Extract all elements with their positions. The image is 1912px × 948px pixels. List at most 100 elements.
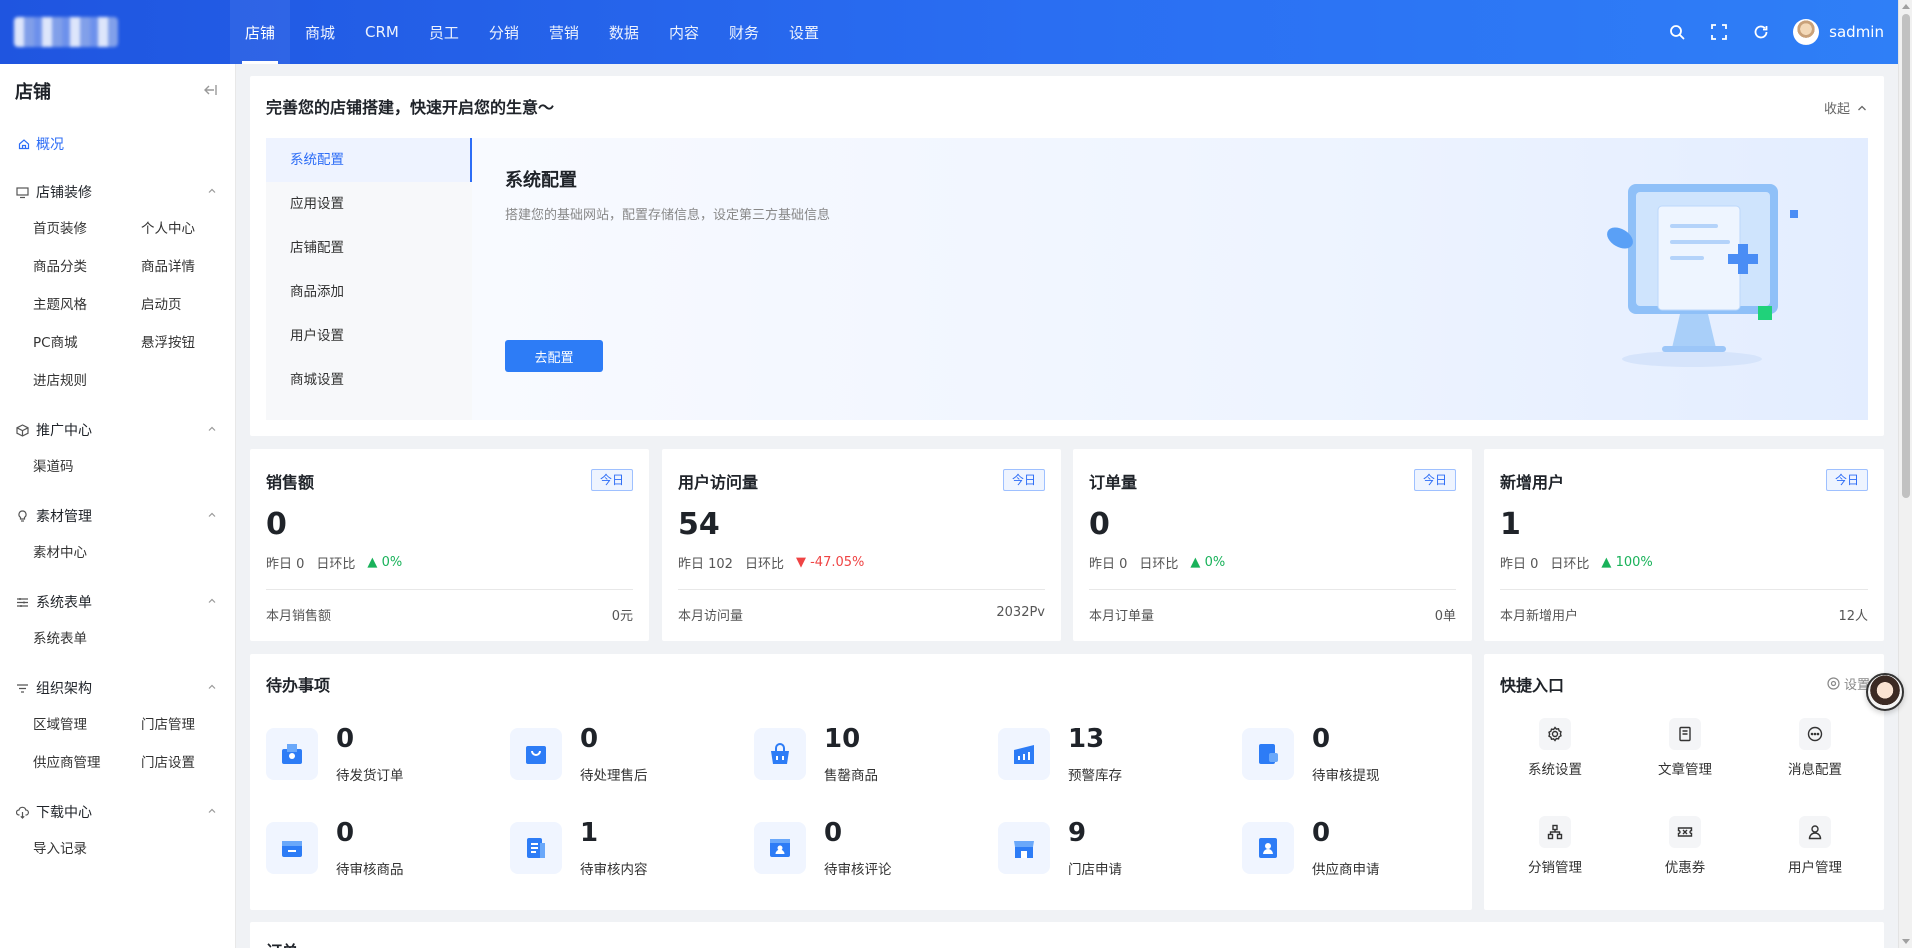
stat-value: 0 [266,507,287,542]
quick-item-distribution[interactable]: 分销管理 [1490,816,1620,876]
monthly-label: 本月访问量 [678,609,744,624]
nav-item-finance[interactable]: 财务 [714,0,774,64]
article-icon [1669,718,1701,750]
sidebar-overview-label: 概况 [36,137,64,153]
arrow-down-icon: ▼ [795,555,806,570]
nav-item-staff[interactable]: 员工 [414,0,474,64]
todo-item-withdrawal[interactable]: 0 待审核提现 [1226,720,1446,784]
scroll-thumb[interactable] [1902,14,1910,498]
todo-count: 10 [824,724,861,754]
chevron-up-icon[interactable] [206,805,218,817]
sidebar-item-import-records[interactable]: 导入记录 [33,838,141,860]
today-badge[interactable]: 今日 [590,469,633,491]
sidebar-item-personal-center[interactable]: 个人中心 [141,218,241,240]
monitor-illustration [1607,184,1798,367]
avatar[interactable] [1793,19,1820,45]
sidebar-item-system-forms[interactable]: 系统表单 [33,628,141,650]
chevron-up-icon[interactable] [206,185,218,197]
setup-tab-system[interactable]: 系统配置 [266,138,472,182]
assistant-avatar[interactable] [1866,673,1904,711]
todo-item-stock-alert[interactable]: 13 预警库存 [982,720,1202,784]
todo-item-pending-shipment[interactable]: 0 待发货订单 [250,720,470,784]
collapse-sidebar-icon[interactable] [202,82,218,98]
search-icon[interactable] [1667,22,1687,42]
chevron-up-icon[interactable] [206,423,218,435]
sidebar-group-head[interactable]: 系统表单 [0,591,236,613]
nav-item-distribution[interactable]: 分销 [474,0,534,64]
fullscreen-icon[interactable] [1709,22,1729,42]
sidebar-item-theme[interactable]: 主题风格 [33,294,141,316]
trend-percent: -47.05% [810,555,865,570]
setup-tab-user[interactable]: 用户设置 [266,314,472,358]
yesterday-value: 昨日 0 [1500,557,1539,572]
sidebar-item-entry-rules[interactable]: 进店规则 [33,370,141,392]
quick-label: 用户管理 [1788,860,1842,876]
sidebar-group-head[interactable]: 下载中心 [0,801,236,823]
sidebar-item-pc-mall[interactable]: PC商城 [33,332,141,354]
brand-logo[interactable] [14,17,118,47]
today-badge[interactable]: 今日 [1002,469,1045,491]
quick-entry-title: 快捷入口 [1500,676,1565,695]
sidebar-item-float-button[interactable]: 悬浮按钮 [141,332,241,354]
quick-item-system-settings[interactable]: 系统设置 [1490,718,1620,778]
scroll-up-arrow-icon[interactable] [1902,4,1910,9]
orders-card: 订单 [250,922,1884,948]
sidebar-title: 店铺 [15,82,51,103]
refresh-icon[interactable] [1751,22,1771,42]
todo-item-content-review[interactable]: 1 待审核内容 [494,814,714,878]
quick-item-articles[interactable]: 文章管理 [1620,718,1750,778]
monitor-icon [16,185,30,199]
chevron-up-icon[interactable] [206,595,218,607]
setup-tab-store[interactable]: 店铺配置 [266,226,472,270]
sidebar-item-channel-code[interactable]: 渠道码 [33,456,141,478]
sidebar-group-head[interactable]: 店铺装修 [0,181,236,203]
sidebar-item-splash[interactable]: 启动页 [141,294,241,316]
arrow-up-icon: ▲ [367,555,378,570]
badge-icon [1242,822,1294,874]
nav-item-store[interactable]: 店铺 [230,0,291,64]
nav-item-content[interactable]: 内容 [654,0,714,64]
collapse-button[interactable]: 收起 [1824,98,1868,117]
sidebar-item-overview[interactable]: 概况 [18,134,64,154]
quick-item-coupons[interactable]: 优惠券 [1620,816,1750,876]
sidebar-item-store-manage[interactable]: 门店管理 [141,714,241,736]
today-badge[interactable]: 今日 [1413,469,1456,491]
setup-tab-product[interactable]: 商品添加 [266,270,472,314]
sidebar-item-product-detail[interactable]: 商品详情 [141,256,241,278]
todo-item-supplier-apply[interactable]: 0 供应商申请 [1226,814,1446,878]
sidebar-item-product-category[interactable]: 商品分类 [33,256,141,278]
todo-item-comment-review[interactable]: 0 待审核评论 [738,814,958,878]
stat-card-orders: 订单量 今日 0 昨日 0 日环比 ▲ 0% 本月订单量 0单 [1073,449,1472,641]
todo-item-soldout[interactable]: 10 售罄商品 [738,720,958,784]
nav-item-data[interactable]: 数据 [594,0,654,64]
nav-item-mall[interactable]: 商城 [290,0,350,64]
page-scrollbar[interactable] [1898,0,1912,948]
quick-item-messages[interactable]: 消息配置 [1750,718,1880,778]
go-config-button[interactable]: 去配置 [505,340,603,372]
sidebar-item-supplier[interactable]: 供应商管理 [33,752,141,774]
nav-item-settings[interactable]: 设置 [774,0,834,64]
yesterday-value: 昨日 102 [678,557,733,572]
chevron-up-icon[interactable] [206,681,218,693]
user-menu[interactable]: sadmin [1793,19,1884,45]
setup-tab-mall[interactable]: 商城设置 [266,358,472,402]
sidebar-item-store-settings[interactable]: 门店设置 [141,752,241,774]
chevron-up-icon[interactable] [206,509,218,521]
sidebar-group-head[interactable]: 推广中心 [0,419,236,441]
sidebar-item-material-center[interactable]: 素材中心 [33,542,141,564]
todo-item-aftersale[interactable]: 0 待处理售后 [494,720,714,784]
today-badge[interactable]: 今日 [1825,469,1868,491]
scroll-down-arrow-icon[interactable] [1902,939,1910,944]
sidebar-item-home-decor[interactable]: 首页装修 [33,218,141,240]
trend-value: ▲ 100% [1601,555,1652,570]
nav-item-crm[interactable]: CRM [350,0,414,64]
todo-item-product-review[interactable]: 0 待审核商品 [250,814,470,878]
sidebar-group-head[interactable]: 素材管理 [0,505,236,527]
nav-item-marketing[interactable]: 营销 [534,0,594,64]
quick-item-users[interactable]: 用户管理 [1750,816,1880,876]
setup-tab-app[interactable]: 应用设置 [266,182,472,226]
sidebar-item-region[interactable]: 区域管理 [33,714,141,736]
sidebar-group-head[interactable]: 组织架构 [0,677,236,699]
quick-settings-link[interactable]: 设置 [1827,674,1870,693]
todo-item-store-apply[interactable]: 9 门店申请 [982,814,1202,878]
